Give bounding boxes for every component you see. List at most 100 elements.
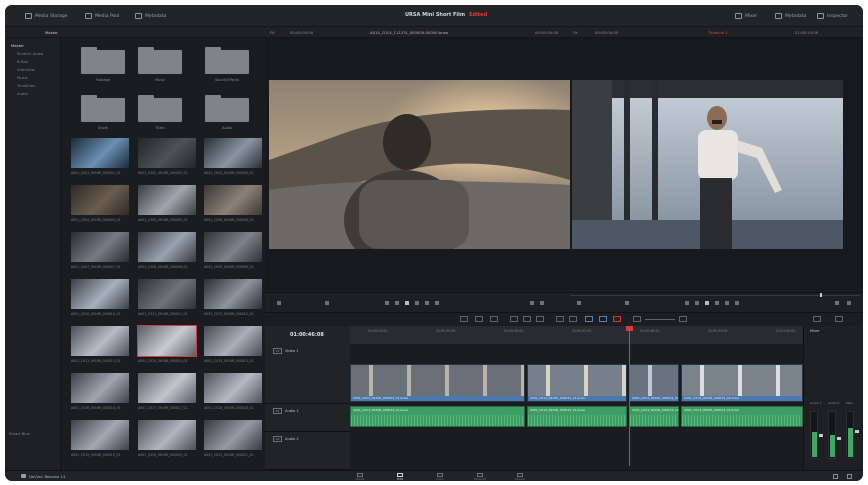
source-play-icon[interactable] — [415, 301, 419, 305]
timeline-mark-in-icon[interactable] — [835, 301, 839, 305]
video-clip-1[interactable]: A001_C014_0916R_000014_01.braw — [527, 364, 627, 402]
mixer-fader-1[interactable] — [837, 437, 841, 440]
source-mark-out-icon[interactable] — [540, 301, 544, 305]
timeline-scrub-handle[interactable] — [820, 293, 822, 297]
video-clip-2[interactable]: A001_C014_0916R_000014_01.braw — [629, 364, 679, 402]
clip-thumbnail-14[interactable] — [204, 326, 262, 356]
source-stop-icon[interactable] — [405, 301, 409, 305]
trim-tool-icon[interactable] — [475, 316, 483, 322]
bin-item-1[interactable]: Scratch Audio — [17, 51, 43, 56]
timeline-play-reverse-icon[interactable] — [695, 301, 699, 305]
source-skip-forward-icon[interactable] — [425, 301, 429, 305]
source-skip-back-icon[interactable] — [385, 301, 389, 305]
media-storage-button[interactable]: Media Storage — [25, 12, 68, 20]
clip-thumbnail-3[interactable] — [71, 185, 129, 215]
mixer-fader-0[interactable] — [819, 434, 823, 437]
mixer-menu-icon[interactable] — [813, 316, 821, 322]
overwrite-clip-icon[interactable] — [523, 316, 531, 322]
clip-thumbnail-2[interactable] — [204, 138, 262, 168]
metadata-button[interactable]: Metadata — [135, 12, 166, 20]
timeline-mark-out-icon[interactable] — [847, 301, 851, 305]
insert-clip-icon[interactable] — [510, 316, 518, 322]
clip-thumbnail-4[interactable] — [138, 185, 196, 215]
clip-thumbnail-16[interactable] — [138, 373, 196, 403]
timeline-name[interactable]: Timeline 1 — [708, 30, 728, 35]
bin-item-5[interactable]: Timelines — [17, 83, 35, 88]
timeline-ruler[interactable]: 01:00:24:00 01:00:30:00 01:00:36:00 01:00:4… — [350, 326, 803, 344]
zoom-slider[interactable] — [645, 319, 675, 320]
video-clip-3[interactable]: A001_C014_0916R_000014_01.braw — [681, 364, 803, 402]
source-viewer-frame[interactable] — [269, 80, 570, 249]
audio-clip-3[interactable]: A001_C014_0916R_000014_01.braw — [681, 406, 803, 427]
page-tab-media[interactable]: Media — [348, 473, 372, 481]
clip-thumbnail-15[interactable] — [71, 373, 129, 403]
audio-clip-1[interactable]: A001_C014_0916R_000014_01.braw — [527, 406, 627, 427]
page-tab-color[interactable]: Color — [428, 473, 452, 481]
linked-selection-icon[interactable] — [569, 316, 577, 322]
source-jog-icon[interactable] — [325, 301, 329, 305]
inspector-button[interactable]: Inspector — [817, 12, 848, 20]
clip-thumbnail-12[interactable] — [71, 326, 129, 356]
timeline-skip-back-icon[interactable] — [685, 301, 689, 305]
timeline-play-icon[interactable] — [715, 301, 719, 305]
replace-clip-icon[interactable] — [536, 316, 544, 322]
source-play-reverse-icon[interactable] — [395, 301, 399, 305]
timeline-scrub-bar[interactable] — [570, 295, 860, 296]
playhead[interactable] — [626, 326, 633, 466]
folder-2[interactable] — [205, 47, 249, 74]
bin-item-4[interactable]: Music — [17, 75, 28, 80]
selection-tool-icon[interactable] — [460, 316, 468, 322]
clip-thumbnail-17[interactable] — [204, 373, 262, 403]
mixer-fader-2[interactable] — [855, 430, 859, 433]
timeline-zoom-select[interactable]: Fit — [573, 30, 577, 35]
folder-1[interactable] — [138, 47, 182, 74]
audio-clip-0[interactable]: A001_C014_0916R_000014_01.braw — [350, 406, 525, 427]
clip-thumbnail-7[interactable] — [138, 232, 196, 262]
timeline-viewer-frame[interactable] — [572, 80, 843, 249]
settings-icon[interactable] — [847, 474, 852, 479]
zoom-in-icon[interactable] — [679, 316, 687, 322]
timeline-loop-icon[interactable] — [577, 301, 581, 305]
clip-thumbnail-13[interactable] — [137, 325, 197, 357]
audio-clip-2[interactable]: A001_C014_0916R_000014_01.braw — [629, 406, 679, 427]
zoom-out-icon[interactable] — [633, 316, 641, 322]
folder-5[interactable] — [205, 95, 249, 122]
bin-item-3[interactable]: Interview — [17, 67, 35, 72]
mixer-toggle-button[interactable]: Mixer — [735, 12, 757, 20]
clip-thumbnail-20[interactable] — [204, 420, 262, 450]
audio1-track-header[interactable]: A1 Audio 1 — [265, 404, 350, 432]
clip-thumbnail-5[interactable] — [204, 185, 262, 215]
page-tab-fairlight[interactable]: Fairlight — [468, 473, 492, 481]
clip-thumbnail-19[interactable] — [138, 420, 196, 450]
position-lock-icon[interactable] — [585, 316, 593, 322]
clip-thumbnail-6[interactable] — [71, 232, 129, 262]
folder-0[interactable] — [81, 47, 125, 74]
bin-item-2[interactable]: B-Roll — [17, 59, 28, 64]
clip-thumbnail-18[interactable] — [71, 420, 129, 450]
clip-thumbnail-0[interactable] — [71, 138, 129, 168]
metadata-right-button[interactable]: Metadata — [775, 12, 806, 20]
timeline-skip-forward-icon[interactable] — [725, 301, 729, 305]
snapping-icon[interactable] — [556, 316, 564, 322]
clip-thumbnail-9[interactable] — [71, 279, 129, 309]
source-zoom-select[interactable]: Fit — [270, 30, 274, 35]
page-tab-edit[interactable]: Edit — [388, 473, 412, 481]
marker-icon[interactable] — [613, 316, 621, 322]
video-clip-0[interactable]: A001_C014_0916R_000014_01.braw — [350, 364, 525, 402]
timeline-stop-icon[interactable] — [705, 301, 709, 305]
page-tab-deliver[interactable]: Deliver — [508, 473, 532, 481]
timeline-options-icon[interactable] — [835, 316, 843, 322]
bin-item-0[interactable]: Master — [11, 43, 24, 48]
folder-4[interactable] — [138, 95, 182, 122]
source-loop-icon[interactable] — [277, 301, 281, 305]
bin-item-6[interactable]: Audio — [17, 91, 28, 96]
home-icon[interactable] — [833, 474, 838, 479]
source-loop-toggle-icon[interactable] — [435, 301, 439, 305]
clip-thumbnail-1[interactable] — [138, 138, 196, 168]
source-mark-in-icon[interactable] — [530, 301, 534, 305]
media-pool-button[interactable]: Media Pool — [85, 12, 119, 20]
clip-thumbnail-10[interactable] — [138, 279, 196, 309]
clip-thumbnail-11[interactable] — [204, 279, 262, 309]
flag-icon[interactable] — [599, 316, 607, 322]
video-track-header[interactable]: V1 Video 1 — [265, 344, 350, 404]
